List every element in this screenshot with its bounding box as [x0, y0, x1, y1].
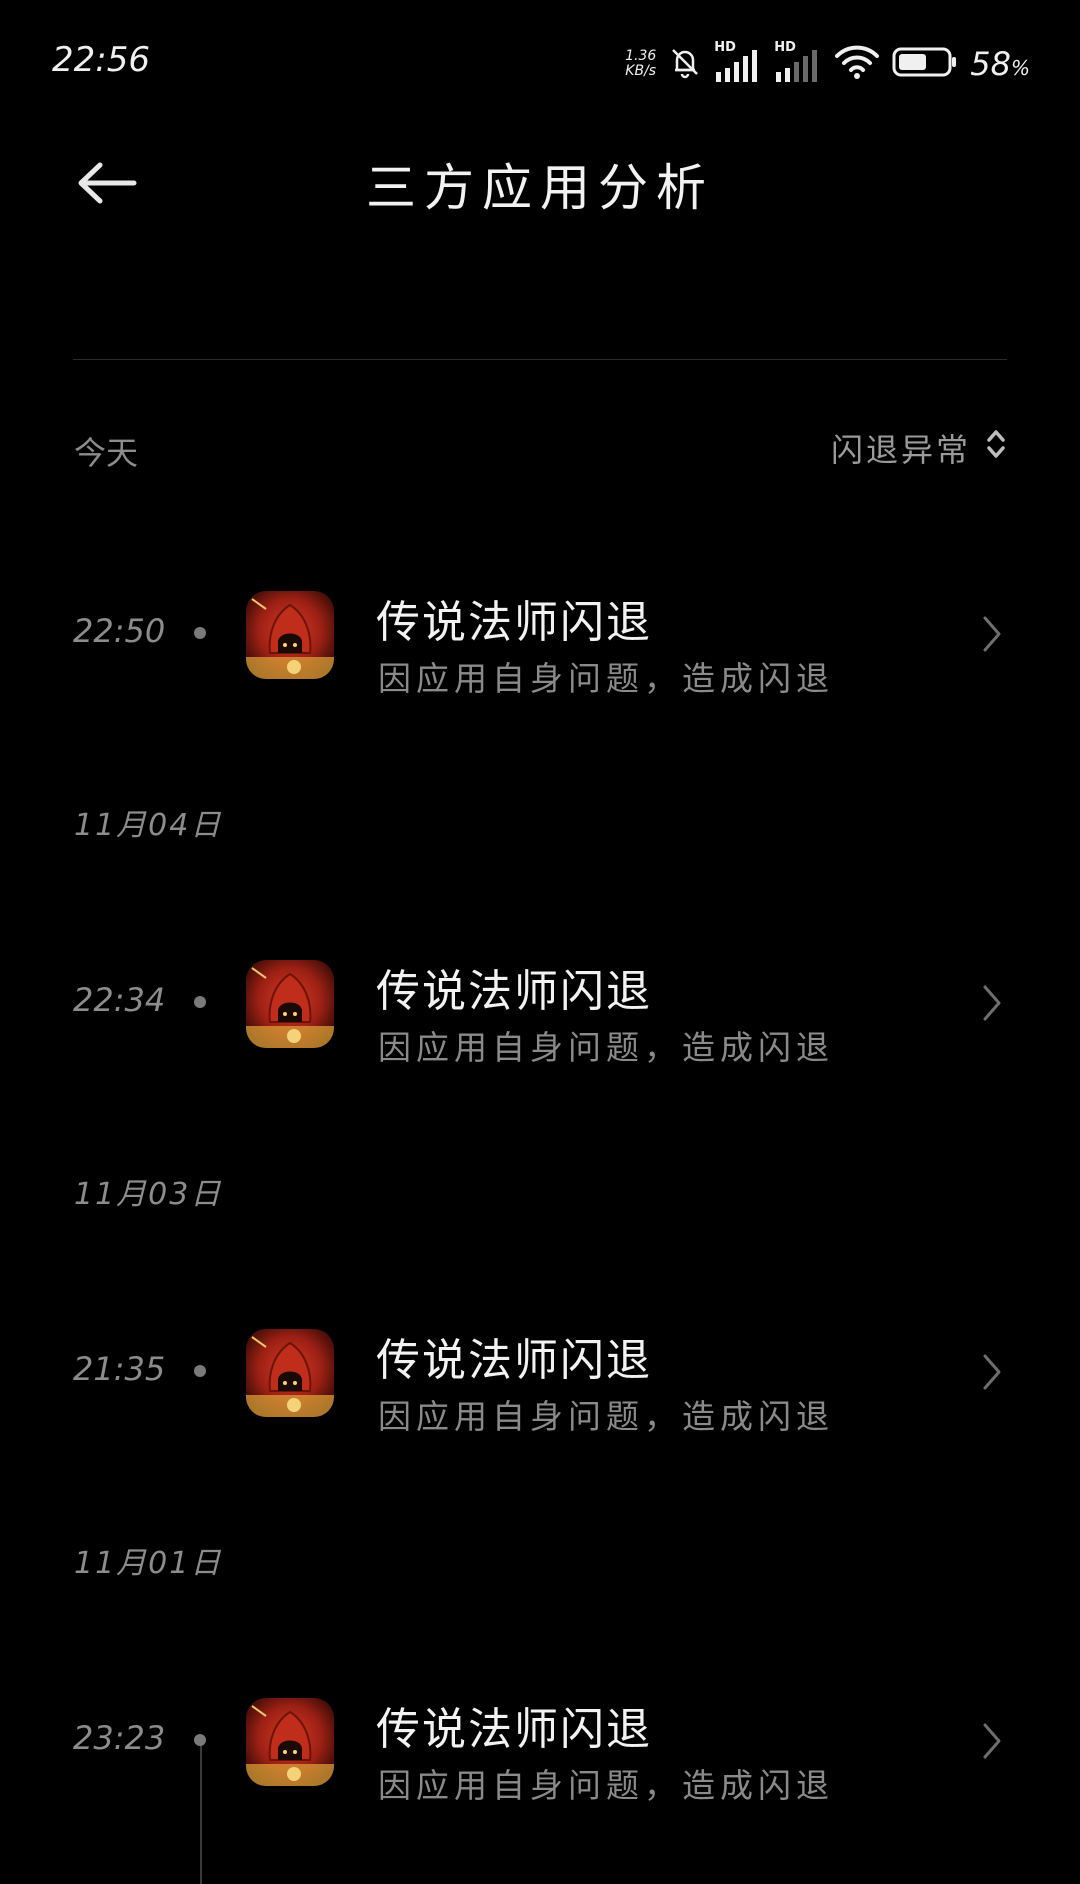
timeline-dot: [194, 1734, 206, 1746]
event-subtitle: 因应用自身问题，造成闪退: [378, 1766, 834, 1805]
status-time: 22:56: [52, 40, 150, 80]
event-title: 传说法师闪退: [376, 1704, 652, 1755]
cell-signal-2-icon: HD: [774, 40, 822, 84]
timeline-dot: [194, 627, 206, 639]
event-time: 22:50: [73, 612, 166, 650]
filter-label: 闪退异常: [830, 431, 971, 469]
network-speed: 1.36 KB/s: [625, 49, 656, 79]
network-speed-value: 1.36: [625, 48, 657, 64]
wifi-icon: [834, 43, 880, 85]
date-label: 11月01日: [74, 1546, 223, 1581]
event-subtitle: 因应用自身问题，造成闪退: [378, 659, 834, 698]
event-title: 传说法师闪退: [376, 1335, 652, 1386]
date-label: 11月04日: [74, 808, 223, 843]
app-icon-legendary-mage: [246, 960, 334, 1048]
crash-event-row[interactable]: 23:23 传说法师闪退 因应用自身问题，造成闪退: [0, 1665, 1080, 1815]
crash-event-row[interactable]: 22:50 传说法师闪退 因应用自身问题，造成闪退: [0, 558, 1080, 708]
status-bar: 22:56 1.36 KB/s HD HD 58%: [0, 0, 1080, 120]
event-time: 21:35: [73, 1350, 166, 1388]
event-time: 23:23: [73, 1719, 166, 1757]
event-title: 传说法师闪退: [376, 966, 652, 1017]
network-speed-unit: KB/s: [625, 63, 657, 79]
timeline-dot: [194, 1365, 206, 1377]
mute-bell-icon: [668, 45, 702, 83]
event-time: 22:34: [73, 981, 166, 1019]
sort-updown-icon: [985, 427, 1007, 469]
battery-percent: 58%: [970, 45, 1030, 83]
cell-signal-1-icon: HD: [714, 40, 762, 84]
timeline-dot: [194, 996, 206, 1008]
battery-icon: [892, 45, 958, 83]
filter-dropdown[interactable]: 闪退异常: [831, 424, 1007, 472]
app-icon-legendary-mage: [246, 591, 334, 679]
chevron-right-icon: [976, 1721, 1006, 1761]
chevron-right-icon: [976, 983, 1006, 1023]
app-icon-legendary-mage: [246, 1329, 334, 1417]
event-title: 传说法师闪退: [376, 597, 652, 648]
app-icon-legendary-mage: [246, 1698, 334, 1786]
section-label-today: 今天: [74, 434, 139, 472]
status-icons: 1.36 KB/s HD HD 58%: [625, 40, 1030, 88]
battery-percent-value: 58: [970, 45, 1011, 83]
chevron-right-icon: [976, 1352, 1006, 1392]
date-label: 11月03日: [74, 1177, 223, 1212]
header-divider: [73, 359, 1007, 360]
page-title: 三方应用分析: [366, 159, 714, 217]
event-subtitle: 因应用自身问题，造成闪退: [378, 1028, 834, 1067]
chevron-right-icon: [976, 614, 1006, 654]
crash-event-row[interactable]: 21:35 传说法师闪退 因应用自身问题，造成闪退: [0, 1296, 1080, 1446]
crash-event-row[interactable]: 22:34 传说法师闪退 因应用自身问题，造成闪退: [0, 927, 1080, 1077]
battery-percent-sign: %: [1010, 56, 1030, 80]
event-subtitle: 因应用自身问题，造成闪退: [378, 1397, 834, 1436]
